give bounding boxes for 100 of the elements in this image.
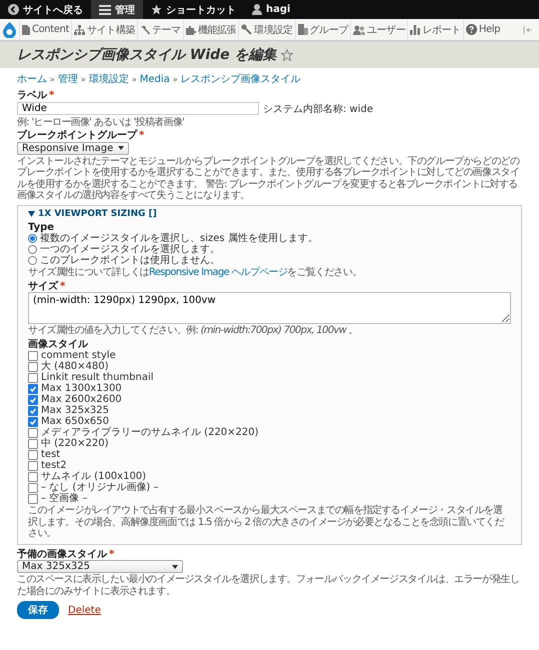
breadcrumb-link[interactable]: 管理	[58, 72, 78, 86]
field-label: ブレークポイントグループ	[17, 130, 137, 142]
checkbox[interactable]	[28, 416, 38, 426]
admin-menu-item[interactable]: ユーザー	[350, 19, 408, 40]
menu-icon	[99, 4, 111, 14]
help-icon	[466, 24, 477, 35]
breakpoint-group-select[interactable]: Responsive Image	[17, 142, 129, 154]
checkbox-label[interactable]: メディアライブラリーのサムネイル (220×220)	[41, 427, 259, 438]
delete-link[interactable]: Delete	[68, 604, 101, 616]
drop-logo-icon[interactable]	[3, 22, 16, 38]
required-marker: *	[109, 548, 114, 560]
breadcrumb-separator: »	[80, 74, 86, 84]
checkbox-label[interactable]: – なし (オリジナル画像) –	[41, 482, 158, 493]
admin-menu-item[interactable]: Content	[19, 19, 71, 40]
checkbox-label[interactable]: サムネイル (100x100)	[41, 471, 146, 482]
radio-button[interactable]	[28, 256, 37, 265]
checkbox-label[interactable]: comment style	[41, 350, 116, 361]
checkbox[interactable]	[28, 362, 38, 372]
field-label: Type	[28, 222, 54, 232]
field-description: このスペースに表示したい最小のイメージスタイルを選択します。フォールバックイメージスタイルは、エラーが発生した場合にのみサイトに表示されます。	[17, 574, 520, 597]
back-icon	[8, 4, 19, 15]
field-description: サイズ属性について詳しくはResponsive Image ヘルプページをご覧ください。	[28, 267, 363, 278]
user-icon	[252, 4, 262, 15]
field-label: ラベル	[17, 90, 47, 102]
checkbox[interactable]	[28, 472, 38, 482]
checkbox[interactable]	[28, 482, 38, 492]
field-label: サイズ	[28, 280, 58, 292]
field-description: 例: 'ヒーロー画像' あるいは '投稿者画像'	[17, 116, 186, 128]
toolbar-tab[interactable]: サイトへ戻る	[0, 0, 91, 19]
label-input[interactable]: Wide	[17, 102, 259, 115]
checkbox-label[interactable]: Max 1300x1300	[41, 383, 122, 394]
checkbox-label[interactable]: Max 2600x2600	[41, 394, 122, 405]
admin-menu-item[interactable]: Help	[462, 19, 502, 40]
puzzle-icon	[186, 24, 196, 34]
radio-label[interactable]: 一つのイメージスタイルを選択します。	[40, 244, 220, 255]
admin-menu-item[interactable]: グループ	[294, 19, 350, 40]
checkbox[interactable]	[28, 450, 38, 460]
checkbox[interactable]	[28, 460, 38, 470]
breadcrumb-link[interactable]: Media	[140, 74, 170, 84]
radio-label[interactable]: このブレークポイントは使用しません。	[40, 255, 220, 266]
checkbox-label[interactable]: 大 (480×480)	[41, 361, 109, 372]
toolbar-tab[interactable]: ショートカット	[143, 0, 244, 19]
sizes-textarea[interactable]: (min-width: 1290px) 1290px, 100vw	[28, 292, 511, 324]
users-icon	[353, 24, 366, 34]
hammer-icon	[140, 24, 150, 34]
checkbox-label[interactable]: – 空画像 –	[41, 493, 88, 504]
field-description: サイズ属性の値を入力してください。例: (min-width:700px) 700px, 100vw 。	[28, 325, 359, 336]
radio-button[interactable]	[28, 245, 37, 254]
checkbox-label[interactable]: test2	[41, 460, 67, 471]
breadcrumb-separator: »	[172, 74, 178, 84]
help-link[interactable]: Responsive Image ヘルプページ	[148, 267, 288, 278]
field-description: インストールされたテーマとモジュールからブレークポイントグループを選択してください。下のグループからどのどのブレークポイントを使用するかを選択することができます。また、使用する各ブレークポイントに対してどの画像スタイルを使用するかを選択することができます。 警告: ブレークポイントグループを変更すると各ブレークポイントに対する画像スタイルの選択内容をすべて失うことになります。	[17, 156, 520, 202]
checkbox[interactable]	[28, 406, 38, 416]
checkbox-label[interactable]: Linkit result thumbnail	[41, 372, 154, 383]
checkbox[interactable]	[28, 438, 38, 448]
checkbox-label[interactable]: Max 325x325	[41, 405, 109, 416]
caret-icon	[172, 564, 178, 568]
breadcrumb-link[interactable]: 環境設定	[88, 72, 129, 86]
checkbox[interactable]	[28, 372, 38, 382]
admin-menu-item[interactable]: 機能拡張	[182, 19, 238, 40]
breadcrumb-link[interactable]: レスポンシブ画像スタイル	[180, 72, 301, 86]
required-marker: *	[60, 280, 66, 292]
star-outline-icon[interactable]	[280, 49, 293, 61]
checkbox-label[interactable]: 中 (220×220)	[41, 438, 109, 449]
caret-icon	[118, 146, 124, 150]
page-title: レスポンシブ画像スタイル Wide を編集	[17, 46, 277, 64]
required-marker: *	[49, 90, 54, 102]
bar-chart-icon	[410, 24, 420, 34]
toolbar-tab[interactable]: hagi	[244, 0, 298, 19]
checkbox[interactable]	[28, 350, 38, 360]
checkbox[interactable]	[28, 394, 38, 404]
field-label: 予備の画像スタイル	[17, 548, 107, 560]
radio-label[interactable]: 複数のイメージスタイルを選択し、sizes 属性を使用します。	[40, 233, 318, 244]
field-description: このイメージがレイアウトで占有する最小スペースから最大スペースまでの幅を指定するイメージ・スタイルを選択します。その場合、高解像度画面では 1.5 倍から 2 倍の大きさのイメージが必要となることを念頭に置いてください。	[28, 505, 506, 540]
star-icon	[151, 4, 162, 15]
collapse-icon[interactable]	[523, 26, 533, 34]
checkbox-label[interactable]: test	[41, 449, 60, 460]
required-marker: *	[139, 130, 144, 142]
field-label: 画像スタイル	[28, 338, 88, 350]
breadcrumb-separator: »	[50, 74, 55, 84]
admin-menu-item[interactable]: レポート	[407, 19, 463, 40]
checkbox-label[interactable]: Max 650x650	[41, 416, 109, 427]
checkbox[interactable]	[28, 494, 38, 504]
checkbox[interactable]	[28, 384, 38, 394]
admin-menu-item[interactable]: サイト構築	[70, 19, 137, 40]
save-button[interactable]: 保存	[17, 601, 59, 619]
checkbox[interactable]	[28, 428, 38, 438]
building-icon	[298, 24, 308, 35]
fieldset-toggle[interactable]: 1X VIEWPORT SIZING []	[28, 208, 157, 218]
admin-menu-item[interactable]: テーマ	[137, 19, 183, 40]
machine-name: システム内部名称: wide	[263, 102, 374, 116]
wrench-icon	[241, 24, 252, 35]
admin-menu-item[interactable]: 環境設定	[238, 19, 295, 40]
breadcrumb-separator: »	[132, 74, 137, 84]
sitemap-icon	[74, 24, 85, 34]
toolbar-tab[interactable]: 管理	[91, 0, 143, 19]
breadcrumb-link[interactable]: ホーム	[17, 72, 47, 86]
radio-button[interactable]	[28, 234, 37, 243]
fallback-style-select[interactable]: Max 325x325	[17, 560, 183, 573]
triangle-icon	[28, 210, 35, 216]
